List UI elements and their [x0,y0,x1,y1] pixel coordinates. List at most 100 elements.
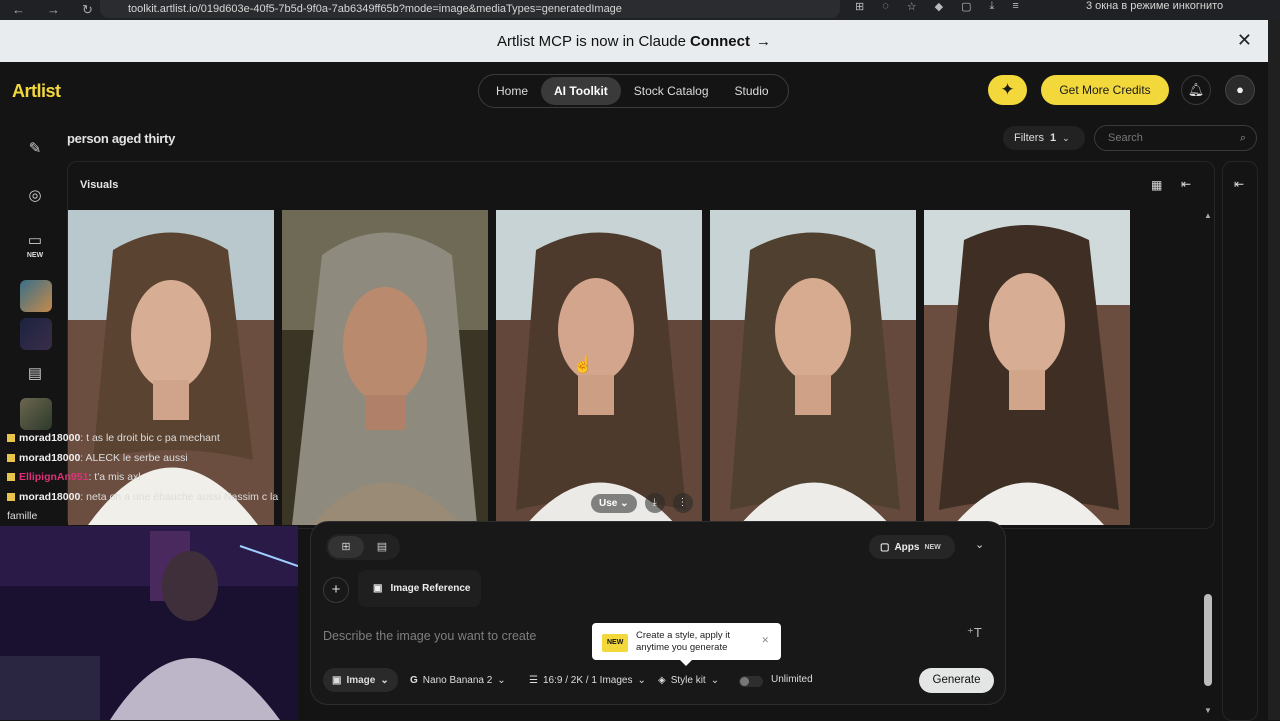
image-reference-button[interactable]: ▣ Image Reference [358,570,481,607]
close-icon[interactable]: ✕ [761,635,769,647]
generate-button[interactable]: Generate [919,668,994,693]
style-kit-select[interactable]: ◈ Style kit ⌄ [649,668,728,692]
chat-user: morad18000 [19,490,81,503]
chat-text: : ALECK le serbe aussi [80,451,188,464]
tooltip-new-badge: NEW [602,634,629,652]
scroll-up-icon[interactable]: ▲ [1204,211,1212,220]
apps-button[interactable]: ▢ Apps NEW [869,535,955,559]
chevron-down-icon[interactable]: ⌄ [975,538,984,551]
nav-stock-catalog[interactable]: Stock Catalog [621,77,722,105]
extension-icon[interactable]: ◆ [935,0,943,13]
filters-button[interactable]: Filters 1 ⌄ [1003,126,1085,150]
address-bar[interactable]: toolkit.artlist.io/019d603e-40f5-7b5d-9f… [100,0,840,18]
new-badge: NEW [26,252,44,259]
chat-message: morad18000: ALECK le serbe aussi [7,449,327,469]
reload-icon[interactable]: ↻ [82,2,93,18]
badge-icon [7,434,15,443]
chat-text: : t'a mis axl [88,471,141,483]
model-select[interactable]: G Nano Banana 2 ⌄ [401,668,515,692]
image-reference-label: Image Reference [390,583,471,594]
eye-off-icon[interactable]: ◌ [882,0,889,13]
search-placeholder: Search [1108,132,1143,144]
search-query: person aged thirty [67,131,176,146]
mode-label: Image [346,674,376,686]
tabs-icon[interactable]: ≡ [1012,0,1018,13]
image-icon: ▣ [332,674,342,686]
generated-image[interactable] [924,210,1130,525]
expand-panel-icon[interactable]: ⇤ [1234,177,1244,191]
translate-icon[interactable]: ⊞ [855,0,864,13]
puzzle-icon[interactable]: ▢ [961,0,971,13]
grid-view-icon[interactable]: ▦ [1151,178,1162,192]
get-more-credits-button[interactable]: Get More Credits [1041,75,1169,105]
incognito-label[interactable]: 3 окна в режиме инкогнито [1086,0,1223,12]
badge-icon [7,473,15,482]
browser-tools: ⊞ ◌ ☆ ◆ ▢ ⤓ ≡ [855,0,1019,13]
edit-icon[interactable]: ✎ [22,136,48,162]
style-tooltip: NEW Create a style, apply it anytime you… [592,623,781,666]
lock-icon: ▢ [880,541,890,553]
filters-count: 1 [1049,132,1057,144]
compass-icon[interactable]: ◎ [22,183,48,209]
chat-user: morad18000 [19,451,81,464]
google-icon: G [410,674,418,686]
sparkle-icon[interactable]: ✦ [988,75,1027,105]
add-icon[interactable]: + [323,577,349,603]
star-icon[interactable]: ☆ [907,0,917,13]
chevron-down-icon: ⌄ [380,674,389,686]
search-input[interactable]: Search ⌕ [1094,125,1257,151]
project-thumbnail[interactable] [20,280,52,312]
forward-icon[interactable]: → [47,2,60,18]
chat-message: morad18000: neta oh a une ébauche aussi … [7,488,327,508]
generated-image[interactable] [496,210,702,525]
nav-studio[interactable]: Studio [722,77,782,105]
download-icon[interactable]: ⤓ [644,493,665,513]
settings-select[interactable]: ☰ 16:9 / 2K / 1 Images ⌄ [520,668,655,692]
close-icon[interactable]: ✕ [1237,30,1252,51]
page-scrollbar[interactable] [1268,20,1280,720]
collapse-icon[interactable]: ⇤ [1181,177,1191,191]
project-thumbnail[interactable] [20,318,52,350]
search-icon: ⌕ [1239,132,1246,144]
chat-message-wrap: famille [7,510,38,522]
tooltip-text: Create a style, apply it anytime you gen… [636,630,730,653]
browser-nav: ← → ↻ [0,2,93,18]
chevron-down-icon: ⌄ [637,674,646,686]
project-thumbnail[interactable] [20,398,52,430]
nav-ai-toolkit[interactable]: AI Toolkit [541,77,621,105]
chat-user: morad18000 [19,432,81,444]
apps-label: Apps [894,541,920,553]
download-icon[interactable]: ⤓ [990,0,995,13]
back-icon[interactable]: ← [12,2,25,18]
chevron-down-icon: ⌄ [497,674,506,686]
badge-icon [7,453,15,462]
more-icon[interactable]: ⋮ [672,493,693,513]
banner-bold: Connect [689,32,750,50]
sliders-icon: ☰ [529,674,538,686]
logo[interactable]: Artlist [12,81,61,102]
prompt-input[interactable]: Describe the image you want to create [323,629,536,643]
text-format-icon[interactable]: ⁺T [967,625,982,641]
bell-icon[interactable]: 🔔︎ [1181,75,1211,105]
chat-user: EllipignAn951 [19,471,89,483]
chat-mode-icon[interactable]: ▤ [364,536,400,558]
image-actions: Use ⌄ ⤓ ⋮ [591,493,693,513]
announcement-banner[interactable]: Artlist MCP is now in Claude Connect → ✕ [0,20,1268,62]
webcam-overlay [0,526,298,720]
unlimited-toggle[interactable] [739,676,763,687]
generated-image[interactable] [710,210,916,525]
scrollbar-thumb[interactable] [1204,594,1212,686]
chat-bubble-icon[interactable]: ▤ [22,361,48,387]
profile-icon[interactable]: ● [1225,75,1255,105]
model-label: Nano Banana 2 [422,674,493,686]
style-label: Style kit [670,674,706,686]
chat-message: morad18000: t as le droit bic c pa mecha… [7,429,327,449]
grid-mode-icon[interactable]: ⊞ [328,536,364,558]
scroll-down-icon[interactable]: ▼ [1204,706,1212,715]
image-add-icon: ▣ [373,583,383,594]
browser-toolbar: ← → ↻ toolkit.artlist.io/019d603e-40f5-7… [0,0,1280,20]
folder-icon[interactable]: ▭ [22,228,48,254]
use-button[interactable]: Use ⌄ [591,493,637,513]
nav-home[interactable]: Home [483,77,541,105]
mode-select[interactable]: ▣ Image ⌄ [323,668,398,692]
